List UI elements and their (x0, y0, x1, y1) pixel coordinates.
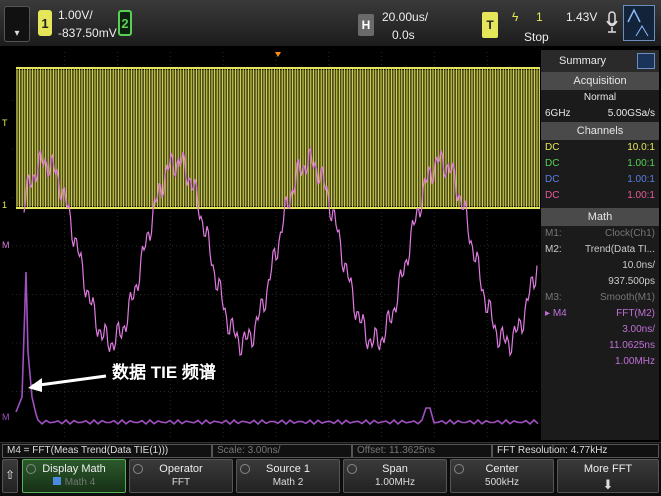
run-state: Stop (524, 30, 549, 44)
side-panel: Summary Acquisition Normal 6GHz 5.00GSa/… (541, 50, 659, 440)
waveform-svg (12, 52, 540, 440)
selected-arrow-icon: ▸ (545, 308, 553, 319)
scale-readout: Scale: 3.00ns/ (212, 444, 352, 458)
softkey-bar: ⇧ Display Math Math 4 Operator FFT Sourc… (0, 458, 661, 496)
trigger-button[interactable]: T (482, 12, 498, 38)
list-icon[interactable] (637, 53, 655, 69)
math-status-bar: M4 = FFT(Meas Trend(Data TIE(1))) Scale:… (0, 442, 661, 458)
m4-scale: 3.00ns/ (622, 324, 655, 335)
source-1-softkey[interactable]: Source 1 Math 2 (236, 459, 340, 493)
channel-2-button[interactable]: 2 (118, 10, 132, 36)
display-math-softkey[interactable]: Display Math Math 4 (22, 459, 126, 493)
trigger-edge-icon: ϟ (512, 10, 519, 24)
acq-bandwidth: 6GHz (545, 108, 571, 119)
summary-tab[interactable]: Summary (541, 50, 659, 72)
span-softkey[interactable]: Span 1.00MHz (343, 459, 447, 493)
channel-row: DC 1.00:1 (545, 174, 655, 185)
center-softkey[interactable]: Center 500kHz (450, 459, 554, 493)
softkey-dot-icon (133, 464, 143, 474)
channel-row: DC 1.00:1 (545, 158, 655, 169)
acq-rate: 5.00GSa/s (607, 108, 655, 119)
channel-1-scale: 1.00V/ (58, 8, 93, 22)
math-4-ground-marker: M (2, 412, 10, 422)
back-button[interactable]: ⇧ (2, 459, 18, 493)
timebase-value: 20.00us/ (382, 10, 429, 24)
cursor-icon (627, 8, 649, 37)
operator-softkey[interactable]: Operator FFT (129, 459, 233, 493)
m4-offset: 11.0625ns (609, 340, 655, 351)
channel-1-offset: -837.50mV (58, 26, 117, 40)
channel-row: DC 1.00:1 (545, 190, 655, 201)
m4-definition: M4 = FFT(Meas Trend(Data TIE(1))) (2, 444, 212, 458)
m2-scale: 10.0ns/ (622, 260, 655, 271)
m2-row: M2: Trend(Data TI... (545, 244, 655, 255)
annotation-label: 数据 TIE 频谱 (112, 363, 216, 382)
channel-1-ground-marker: 1 (2, 200, 8, 210)
arrow-down-icon: ⬇ (602, 477, 614, 492)
arrow-up-icon: ⇧ (4, 468, 16, 482)
summary-label: Summary (559, 55, 607, 67)
offset-readout: Offset: 11.3625ns (352, 444, 492, 458)
m1-row: M1: Clock(Ch1) (545, 228, 655, 239)
waveform-display[interactable]: 数据 TIE 频谱 (12, 52, 540, 440)
more-fft-softkey[interactable]: More FFT ⬇ (557, 459, 659, 493)
m2-offset: 937.500ps (608, 276, 655, 287)
m4-row: ▸ M4 FFT(M2) (545, 308, 655, 319)
trigger-level: 1.43V (566, 10, 598, 24)
chevron-down-icon: ▾ (14, 28, 20, 39)
math-2-ground-marker: M (2, 240, 10, 250)
acq-rate-row: 6GHz 5.00GSa/s (541, 106, 659, 122)
microphone-icon (606, 11, 618, 33)
m3-row: M3: Smooth(M1) (545, 292, 655, 303)
softkey-dot-icon (26, 464, 36, 474)
trigger-level-marker: T (2, 118, 8, 128)
horizontal-button[interactable]: H (358, 14, 374, 36)
cursor-mode-button[interactable] (623, 5, 655, 41)
annotation-arrow (31, 374, 107, 388)
top-status-bar: ▾ 1 1.00V/ -837.50mV 2 H 20.00us/ 0.0s T… (0, 0, 661, 46)
main-menu-button[interactable]: ▾ (4, 6, 30, 42)
trigger-source: 1 (536, 10, 543, 24)
acq-mode: Normal (583, 92, 617, 103)
softkey-dot-icon (240, 464, 250, 474)
channel-1-waveform (16, 67, 540, 209)
math-header: Math (541, 208, 659, 226)
softkey-dot-icon (347, 464, 357, 474)
delay-value: 0.0s (392, 28, 415, 42)
acquisition-header: Acquisition (541, 72, 659, 90)
channel-1-button[interactable]: 1 (38, 10, 52, 36)
channels-header: Channels (541, 122, 659, 140)
fft-resolution: FFT Resolution: 4.77kHz (492, 444, 659, 458)
m4-span: 1.00MHz (614, 356, 655, 367)
softkey-dot-icon (454, 464, 464, 474)
checkbox-icon (52, 477, 61, 485)
channel-row: DC 10.0:1 (545, 142, 655, 153)
